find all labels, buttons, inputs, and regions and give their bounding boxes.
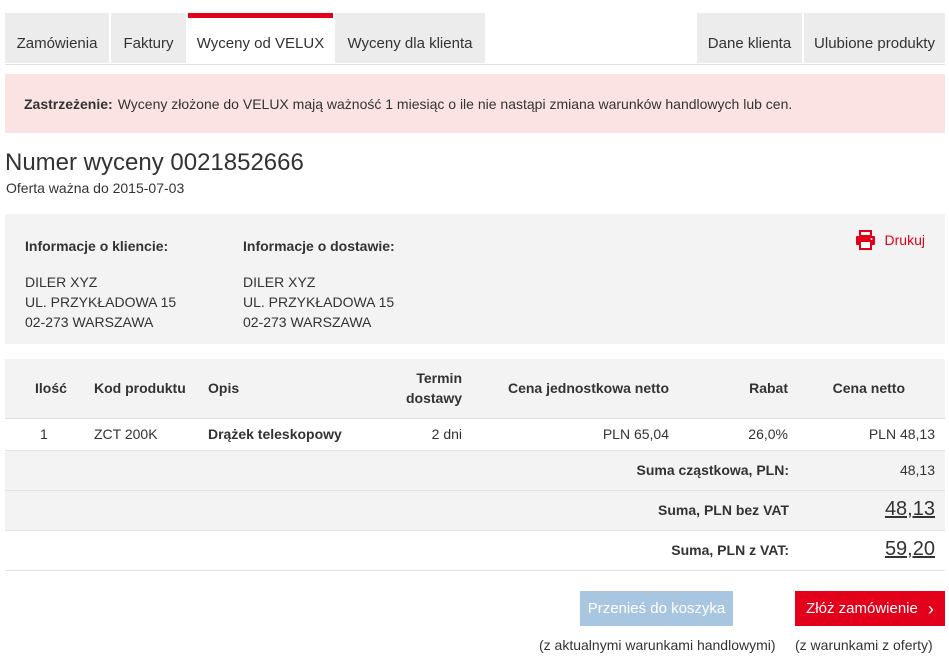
delivery-info-line: DILER XYZ — [243, 274, 316, 290]
tab-invoices-label: Faktury — [123, 34, 174, 52]
col-header-code: Kod produktu — [94, 380, 186, 396]
client-info: Informacje o kliencie: DILER XYZ UL. PRZ… — [25, 236, 176, 332]
col-header-desc: Opis — [208, 380, 240, 396]
col-header-qty: Ilość — [35, 380, 67, 396]
page-title: Numer wyceny 0021852666 — [5, 149, 304, 176]
cell-discount: 26,0% — [748, 426, 788, 442]
delivery-info-heading: Informacje o dostawie: — [243, 238, 395, 254]
subtotal-value: 48,13 — [899, 462, 935, 478]
client-info-line: DILER XYZ — [25, 274, 98, 290]
tab-client-data[interactable]: Dane klienta — [697, 13, 802, 63]
cell-qty: 1 — [40, 426, 48, 442]
move-to-cart-label: Przenieś do koszyka — [587, 600, 726, 617]
subtotal-label: Suma cząstkowa, PLN: — [636, 462, 790, 478]
delivery-info-line: UL. PRZYKŁADOWA 15 — [243, 294, 395, 310]
delivery-info: Informacje o dostawie: DILER XYZ UL. PRZ… — [243, 236, 395, 332]
delivery-info-line: 02-273 WARSZAWA — [243, 314, 372, 330]
client-info-heading: Informacje o kliencie: — [25, 238, 169, 254]
col-header-net-price: Cena netto — [832, 380, 905, 396]
subtotal-row: Suma cząstkowa, PLN: 48,13 — [5, 451, 945, 491]
disclaimer-notice: Zastrzeżenie: Wyceny złożone do VELUX ma… — [5, 74, 945, 133]
printer-icon — [855, 230, 875, 250]
cell-desc: Drążek teleskopowy — [208, 426, 342, 442]
place-order-label: Złóż zamówienie — [806, 600, 918, 617]
table-row: 1 ZCT 200K Drążek teleskopowy 2 dni PLN … — [5, 419, 945, 451]
place-order-note: (z warunkami z oferty) — [795, 637, 933, 653]
tab-client-data-label: Dane klienta — [707, 34, 792, 52]
tab-client-quotes-label: Wyceny dla klienta — [347, 34, 473, 52]
tab-client-quotes[interactable]: Wyceny dla klienta — [335, 13, 485, 63]
tab-orders-label: Zamówienia — [16, 34, 98, 52]
tab-invoices[interactable]: Faktury — [111, 13, 186, 63]
place-order-button[interactable]: Złóż zamówienie › — [795, 591, 945, 626]
move-to-cart-note: (z aktualnymi warunkami handlowymi) — [539, 637, 776, 653]
col-header-term-line2: dostawy — [405, 390, 462, 406]
disclaimer-label: Zastrzeżenie: — [24, 95, 113, 112]
chevron-right-icon: › — [927, 598, 934, 619]
print-link[interactable]: Drukuj — [855, 230, 925, 250]
client-info-line: UL. PRZYKŁADOWA 15 — [25, 294, 177, 310]
tab-orders[interactable]: Zamówienia — [5, 13, 109, 63]
col-header-term: Termin dostawy — [385, 368, 462, 408]
gross-total-value: 59,20 — [884, 538, 935, 560]
quote-items-table: Ilość Kod produktu Opis Termin dostawy C… — [5, 359, 945, 571]
cell-code: ZCT 200K — [94, 426, 158, 442]
tab-favorite-products-label: Ulubione produkty — [814, 34, 935, 52]
quote-valid-until: Oferta ważna do 2015-07-03 — [6, 180, 185, 196]
move-to-cart-button[interactable]: Przenieś do koszyka — [580, 591, 733, 626]
net-total-label: Suma, PLN bez VAT — [658, 502, 789, 518]
print-label: Drukuj — [884, 232, 925, 248]
tab-velux-quotes-label: Wyceny od VELUX — [196, 34, 325, 52]
disclaimer-text: Wyceny złożone do VELUX mają ważność 1 m… — [117, 95, 793, 112]
tab-velux-quotes[interactable]: Wyceny od VELUX — [188, 13, 333, 63]
tab-favorite-products[interactable]: Ulubione produkty — [804, 13, 945, 63]
col-header-term-line1: Termin — [416, 370, 462, 386]
gross-total-label: Suma, PLN z VAT: — [671, 542, 789, 558]
table-header: Ilość Kod produktu Opis Termin dostawy C… — [5, 359, 945, 419]
col-header-unit-price: Cena jednostkowa netto — [507, 380, 669, 396]
cell-net-price: PLN 48,13 — [868, 426, 935, 442]
cell-unit-price: PLN 65,04 — [602, 426, 669, 442]
cell-term: 2 dni — [431, 426, 462, 442]
tab-bar: Zamówienia Faktury Wyceny od VELUX Wycen… — [5, 13, 945, 65]
col-header-discount: Rabat — [749, 380, 788, 396]
gross-total-row: Suma, PLN z VAT: 59,20 — [5, 531, 945, 571]
net-total-row: Suma, PLN bez VAT 48,13 — [5, 491, 945, 531]
address-info-panel: Informacje o kliencie: DILER XYZ UL. PRZ… — [5, 214, 945, 344]
client-info-line: 02-273 WARSZAWA — [25, 314, 154, 330]
net-total-value: 48,13 — [884, 498, 935, 520]
